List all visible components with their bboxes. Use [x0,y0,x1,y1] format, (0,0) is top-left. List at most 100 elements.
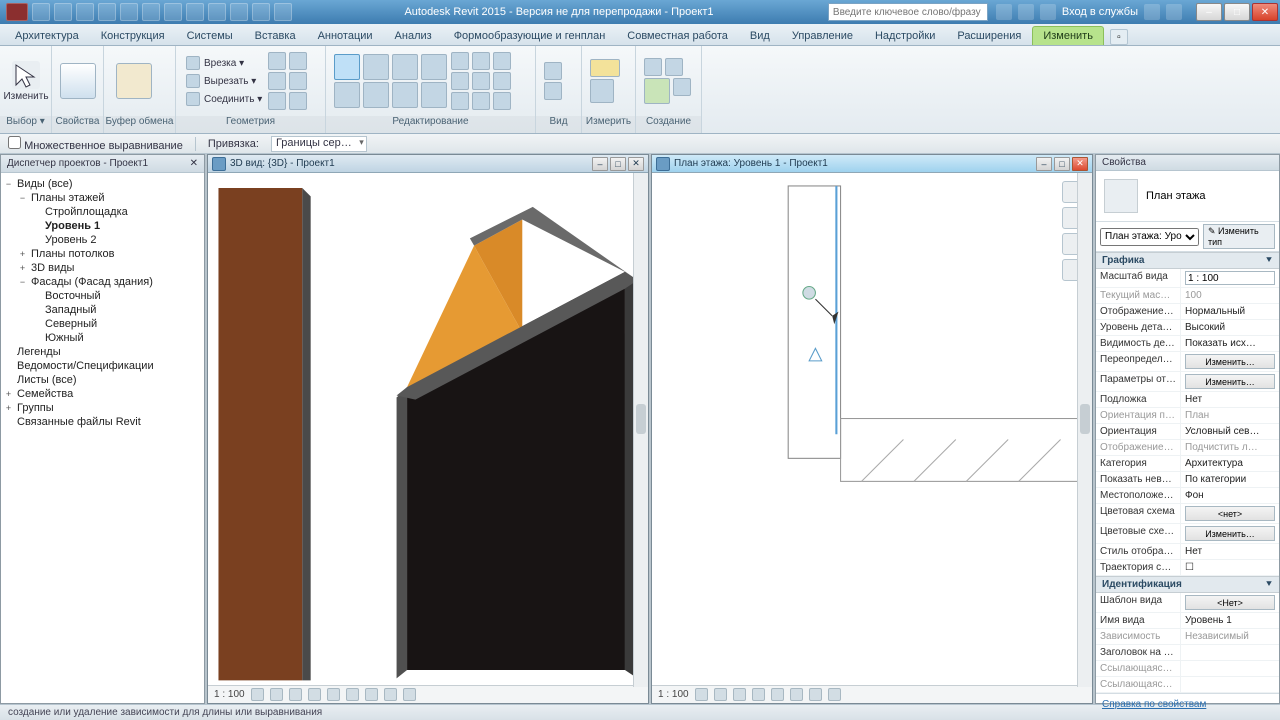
split-icon[interactable] [451,52,469,70]
maximize-button[interactable]: □ [1224,3,1250,21]
tab-extra-icon[interactable]: ▫ [1110,29,1128,45]
view-3d-min[interactable]: – [592,157,608,171]
vs-icon[interactable] [752,688,765,701]
geom-icon-4[interactable] [289,72,307,90]
edit-type-button[interactable]: ✎ Изменить тип [1203,224,1275,249]
property-row[interactable]: Видимость дет…Показать исх… [1096,336,1279,352]
type-selector[interactable]: План этажа: Уро [1100,228,1199,246]
modify-button[interactable]: Изменить [8,59,44,104]
qat-section-icon[interactable] [230,3,248,21]
signin-label[interactable]: Вход в службы [1062,6,1138,18]
tree-item[interactable]: Листы (все) [3,373,202,387]
subscription-icon[interactable] [996,4,1012,20]
property-row[interactable]: Траектория со…☐ [1096,560,1279,576]
rotate-icon[interactable] [392,82,418,108]
vs-icon[interactable] [790,688,803,701]
tree-item[interactable]: +Планы потолков [3,247,202,261]
property-row[interactable]: Показать неви…По категории [1096,472,1279,488]
vs-icon[interactable] [403,688,416,701]
view-plan-max[interactable]: □ [1054,157,1070,171]
property-row[interactable]: Ориентация п…План [1096,408,1279,424]
view-plan-scale[interactable]: 1 : 100 [658,689,689,700]
join-button[interactable]: Соединить ▾ [184,91,264,107]
property-row[interactable]: ОриентацияУсловный сев… [1096,424,1279,440]
tree-item[interactable]: Связанные файлы Revit [3,415,202,429]
create-icon-2[interactable] [665,58,683,76]
view-icon-2[interactable] [544,82,562,100]
property-row[interactable]: Параметры от…Изменить… [1096,372,1279,392]
property-row[interactable]: Шаблон вида<Нет> [1096,593,1279,613]
tree-item[interactable]: Западный [3,303,202,317]
view-icon-1[interactable] [544,62,562,80]
tab-manage[interactable]: Управление [781,26,864,45]
property-row[interactable]: Цветовые схе…Изменить… [1096,524,1279,544]
delete-icon[interactable] [493,72,511,90]
array-icon[interactable] [472,52,490,70]
cut-button[interactable]: Вырезать ▾ [184,73,264,89]
tree-item[interactable]: +3D виды [3,261,202,275]
move-icon[interactable] [334,82,360,108]
property-row[interactable]: Текущий масш…100 [1096,288,1279,304]
vs-icon[interactable] [346,688,359,701]
tree-item[interactable]: Северный [3,317,202,331]
tree-item[interactable]: −Виды (все) [3,177,202,191]
tab-architecture[interactable]: Архитектура [4,26,90,45]
view-3d-canvas[interactable] [208,173,648,685]
property-row[interactable]: Стиль отображ…Нет [1096,544,1279,560]
vs-icon[interactable] [308,688,321,701]
pin-icon[interactable] [451,72,469,90]
geom-icon-5[interactable] [268,92,286,110]
tab-massing[interactable]: Формообразующие и генплан [443,26,617,45]
tab-collaborate[interactable]: Совместная работа [616,26,739,45]
privyazka-dropdown[interactable]: Границы сер… [271,136,367,152]
property-row[interactable]: Ссылающаяся… [1096,677,1279,693]
property-row[interactable]: Местоположе…Фон [1096,488,1279,504]
view-3d-close[interactable]: ✕ [628,157,644,171]
tab-insert[interactable]: Вставка [244,26,307,45]
project-tree[interactable]: −Виды (все)−Планы этажейСтройплощадкаУро… [1,173,204,703]
tab-annotate[interactable]: Аннотации [307,26,384,45]
tab-extensions[interactable]: Расширения [946,26,1032,45]
vs-icon[interactable] [695,688,708,701]
tree-item[interactable]: +Семейства [3,387,202,401]
mirror-icon[interactable] [392,54,418,80]
tree-item[interactable]: −Фасады (Фасад здания) [3,275,202,289]
qat-open-icon[interactable] [32,3,50,21]
vs-icon[interactable] [771,688,784,701]
measure-icon[interactable] [590,59,620,77]
tab-addins[interactable]: Надстройки [864,26,946,45]
paste-button[interactable] [112,61,156,101]
view-3d-scale[interactable]: 1 : 100 [214,689,245,700]
qat-3d-icon[interactable] [208,3,226,21]
tab-analyze[interactable]: Анализ [384,26,443,45]
tree-item[interactable]: Стройплощадка [3,205,202,219]
properties-help-link[interactable]: Справка по свойствам [1102,699,1206,710]
view-plan-close[interactable]: ✕ [1072,157,1088,171]
minimize-button[interactable]: – [1196,3,1222,21]
vs-icon[interactable] [714,688,727,701]
tree-item[interactable]: Уровень 1 [3,219,202,233]
measure-icon-2[interactable] [590,79,614,103]
qat-undo-icon[interactable] [76,3,94,21]
vs-icon[interactable] [270,688,283,701]
tree-item[interactable]: −Планы этажей [3,191,202,205]
property-row[interactable]: Уровень детал…Высокий [1096,320,1279,336]
ed-icon-3[interactable] [493,92,511,110]
trim-icon[interactable] [421,82,447,108]
property-row[interactable]: Заголовок на л… [1096,645,1279,661]
qat-redo-icon[interactable] [98,3,116,21]
tree-item[interactable]: Восточный [3,289,202,303]
view-plan-vscroll[interactable] [1077,173,1092,687]
geom-icon-2[interactable] [289,52,307,70]
geom-icon-6[interactable] [289,92,307,110]
tree-item[interactable]: Уровень 2 [3,233,202,247]
group-graphics[interactable]: Графика [1102,255,1144,266]
vs-icon[interactable] [327,688,340,701]
scale-icon[interactable] [493,52,511,70]
browser-close-icon[interactable]: ✕ [190,158,198,169]
qat-sync-icon[interactable] [274,3,292,21]
multi-align-checkbox[interactable]: Множественное выравнивание [8,136,183,152]
vs-icon[interactable] [251,688,264,701]
app-button[interactable] [6,3,28,21]
property-row[interactable]: ЗависимостьНезависимый [1096,629,1279,645]
